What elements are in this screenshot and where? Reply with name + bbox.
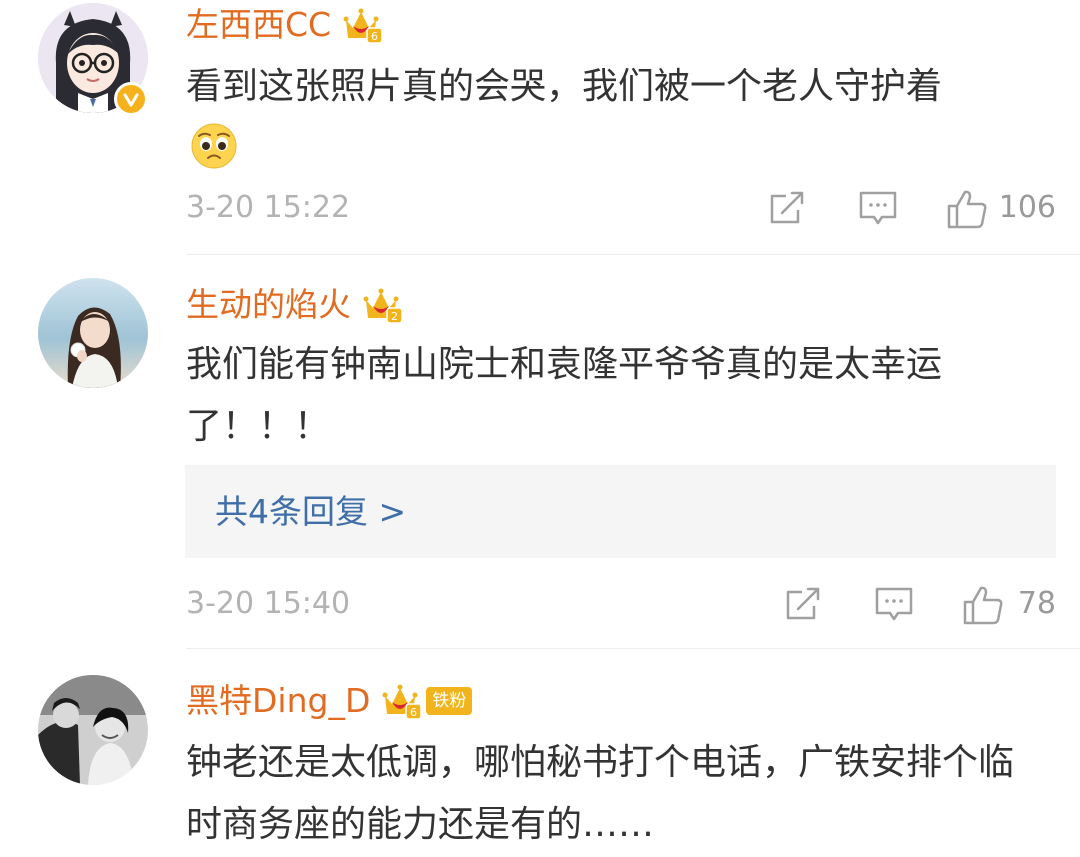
thumbs-up-icon[interactable] bbox=[962, 584, 1004, 625]
girl-photo-avatar-image bbox=[38, 278, 148, 388]
verified-v-icon bbox=[114, 82, 148, 116]
thumbs-up-icon[interactable] bbox=[946, 188, 988, 229]
username-row: 左西西CC 6 bbox=[186, 2, 383, 48]
comment-footer: 3-20 15:22 106 bbox=[186, 186, 1056, 230]
share-icon[interactable] bbox=[768, 188, 808, 228]
replies-box[interactable]: 共4条回复 > bbox=[185, 465, 1056, 558]
crown-badge-icon[interactable]: 6 bbox=[382, 682, 423, 720]
username-row: 黑特Ding_D 6 铁粉 bbox=[186, 678, 473, 724]
crown-badge-icon[interactable]: 2 bbox=[363, 286, 403, 324]
username[interactable]: 左西西CC bbox=[186, 2, 331, 48]
comment-text: 我们能有钟南山院士和袁隆平爷爷真的是太幸运了！！！ bbox=[186, 344, 943, 447]
share-icon[interactable] bbox=[784, 584, 824, 624]
divider bbox=[186, 648, 1080, 649]
username-row: 生动的焰火 2 bbox=[186, 282, 403, 328]
like-count: 106 bbox=[998, 190, 1056, 225]
fan-badge[interactable]: 铁粉 bbox=[426, 687, 473, 715]
timestamp: 3-20 15:22 bbox=[186, 190, 351, 225]
avatar[interactable] bbox=[38, 278, 148, 388]
pleading-face-emoji bbox=[190, 122, 238, 170]
comment-text: 钟老还是太低调，哪怕秘书打个电话，广铁安排个临时商务座的能力还是有的…… bbox=[186, 742, 1015, 845]
avatar[interactable] bbox=[38, 675, 148, 785]
comment-footer: 3-20 15:40 78 bbox=[186, 582, 1056, 626]
username[interactable]: 生动的焰火 bbox=[186, 282, 351, 328]
comment-text: 看到这张照片真的会哭，我们被一个老人守护着 bbox=[186, 66, 943, 107]
comment-item: 左西西CC 6 看到这张照片真的会哭，我们被一个老人守护着 3-20 15:22… bbox=[0, 0, 1080, 260]
svg-text:6: 6 bbox=[410, 706, 417, 719]
view-replies-link[interactable]: 共4条回复 > bbox=[215, 465, 406, 558]
comment-icon[interactable] bbox=[874, 584, 914, 624]
couple-photo-avatar-image bbox=[38, 675, 148, 785]
comment-icon[interactable] bbox=[858, 188, 898, 228]
svg-text:2: 2 bbox=[391, 310, 398, 323]
like-count: 78 bbox=[1017, 586, 1056, 621]
crown-badge-icon[interactable]: 6 bbox=[343, 6, 383, 44]
svg-text:6: 6 bbox=[371, 30, 378, 43]
divider bbox=[186, 254, 1080, 255]
username[interactable]: 黑特Ding_D bbox=[186, 678, 370, 724]
timestamp: 3-20 15:40 bbox=[186, 586, 351, 621]
